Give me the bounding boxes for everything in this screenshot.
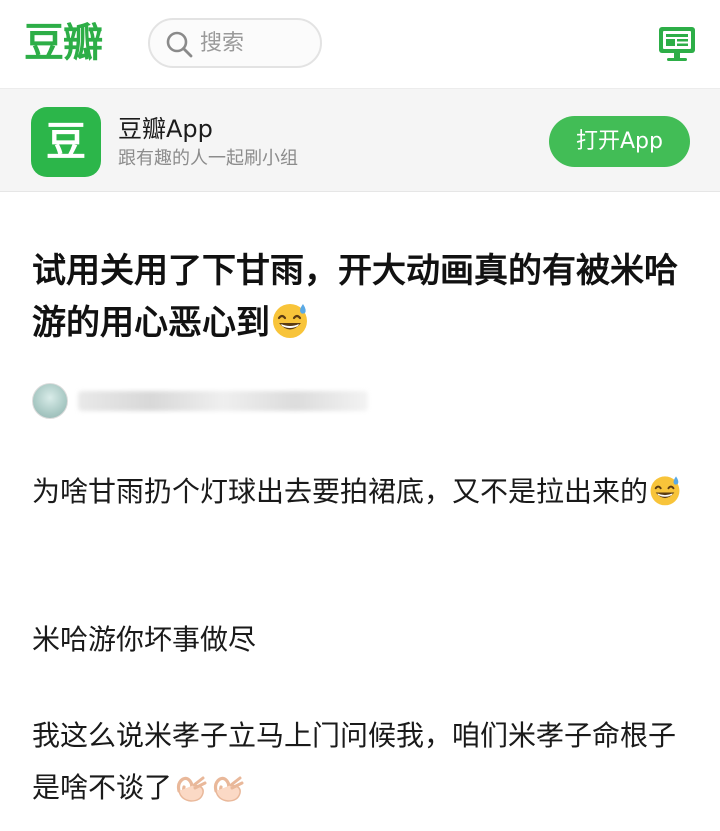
- post-title: 试用关用了下甘雨，开大动画真的有被米哈游的用心恶心到: [32, 245, 692, 349]
- author-avatar[interactable]: [32, 383, 68, 419]
- app-slogan: 跟有趣的人一起刷小组: [118, 148, 298, 169]
- paragraph-text: 我这么说米孝子立马上门问候我，咱们米孝子命根子是啥不谈了: [32, 719, 677, 804]
- post-paragraph-1: 为啥甘雨扔个灯球出去要拍裙底，又不是拉出来的: [32, 466, 692, 518]
- ok-hand-emoji: [213, 776, 244, 802]
- search-box[interactable]: 搜索: [148, 18, 322, 68]
- monitor-icon[interactable]: [658, 26, 696, 62]
- paragraph-text: 米哈游你坏事做尽: [32, 623, 257, 656]
- app-name: 豆瓣App: [118, 115, 213, 143]
- douban-app-icon[interactable]: 豆: [31, 107, 101, 177]
- douban-logo[interactable]: 豆瓣: [24, 16, 103, 70]
- app-banner: 豆 豆瓣App 跟有趣的人一起刷小组 打开App: [0, 88, 720, 192]
- paragraph-text: 为啥甘雨扔个灯球出去要拍裙底，又不是拉出来的: [32, 475, 649, 508]
- grinning-sweat-emoji: [650, 476, 680, 506]
- post-paragraph-3: 我这么说米孝子立马上门问候我，咱们米孝子命根子是啥不谈了: [32, 710, 692, 814]
- grinning-sweat-emoji: [273, 304, 307, 338]
- post-title-text: 试用关用了下甘雨，开大动画真的有被米哈游的用心恶心到: [32, 251, 678, 343]
- top-nav: 豆瓣 搜索: [0, 0, 720, 88]
- author-row[interactable]: [32, 383, 432, 419]
- post-paragraph-2: 米哈游你坏事做尽: [32, 614, 692, 666]
- author-name-blurred[interactable]: [78, 391, 368, 411]
- search-icon: [166, 31, 193, 58]
- ok-hand-emoji: [176, 776, 207, 802]
- search-placeholder: 搜索: [200, 31, 245, 56]
- open-app-button[interactable]: 打开App: [549, 116, 690, 167]
